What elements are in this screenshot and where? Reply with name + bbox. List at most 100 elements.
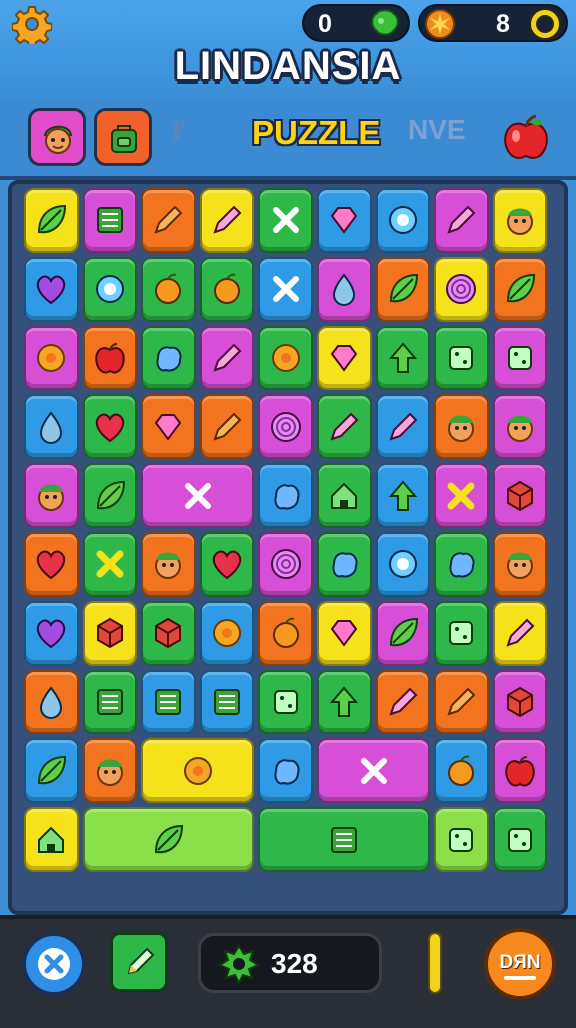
green-splat-icon (217, 944, 261, 986)
tab-mark[interactable]: ⱦ (172, 114, 182, 148)
box-icon (449, 345, 474, 370)
spiral-tile[interactable] (258, 532, 313, 597)
cross-tile[interactable] (258, 256, 313, 322)
pencilo-tile[interactable] (434, 669, 489, 735)
tab-backpack[interactable] (94, 108, 152, 166)
gear-tile[interactable] (258, 325, 313, 391)
cross-tile[interactable] (141, 463, 255, 528)
leaf-tile[interactable] (24, 188, 79, 253)
bars-tile[interactable] (82, 188, 138, 253)
pencil-tile[interactable] (375, 669, 431, 735)
blob-tile[interactable] (258, 463, 313, 528)
blob-tile[interactable] (434, 532, 489, 597)
bars-icon (96, 688, 123, 715)
gem-tile[interactable] (141, 394, 196, 460)
tab-puzzle[interactable]: PUZZLE (252, 114, 380, 152)
cross-tile[interactable] (258, 188, 313, 253)
drop-tile[interactable] (24, 394, 79, 460)
cube-tile[interactable] (141, 600, 196, 666)
gear-icon[interactable] (11, 4, 53, 48)
edit-button[interactable] (110, 932, 168, 992)
gear-tile[interactable] (24, 325, 79, 391)
heart-tile[interactable] (82, 394, 138, 460)
gear-tile[interactable] (141, 738, 255, 804)
arrow-tile[interactable] (317, 669, 372, 735)
face-tile[interactable] (492, 394, 548, 460)
cube-tile[interactable] (82, 600, 138, 666)
apple-tile[interactable] (492, 738, 548, 804)
circle-tile[interactable] (375, 188, 431, 253)
leaf-tile[interactable] (492, 256, 548, 322)
box-tile[interactable] (434, 600, 489, 666)
drop-tile[interactable] (24, 669, 79, 735)
pencil-tile[interactable] (199, 188, 255, 253)
box-tile[interactable] (434, 325, 489, 391)
leaf-tile[interactable] (375, 600, 431, 666)
pencil-tile[interactable] (492, 600, 548, 666)
bars-tile[interactable] (141, 669, 196, 735)
cross-tile[interactable] (317, 738, 431, 804)
tab-nve[interactable]: NVE (408, 114, 466, 146)
crossy-tile[interactable] (434, 463, 489, 528)
apple-tile[interactable] (82, 325, 138, 391)
box-tile[interactable] (258, 669, 313, 735)
heart-tile[interactable] (199, 532, 255, 597)
close-button[interactable] (22, 932, 86, 996)
gear-tile[interactable] (199, 600, 255, 666)
heartp-tile[interactable] (24, 600, 79, 666)
blob-tile[interactable] (141, 325, 196, 391)
green-gem-icon (371, 9, 399, 36)
gem-tile[interactable] (317, 188, 372, 253)
ring-icon[interactable] (528, 7, 562, 41)
face-tile[interactable] (141, 532, 196, 597)
pencilo-tile[interactable] (199, 394, 255, 460)
leaf-tile[interactable] (375, 256, 431, 322)
leaf-tile[interactable] (82, 463, 138, 528)
pencil-tile[interactable] (375, 394, 431, 460)
bars-tile[interactable] (258, 807, 431, 872)
spiral-tile[interactable] (434, 256, 489, 322)
gem-tile[interactable] (317, 600, 372, 666)
box-tile[interactable] (492, 807, 548, 872)
house-tile[interactable] (317, 463, 372, 528)
spiral-tile[interactable] (258, 394, 313, 460)
action-button[interactable]: DЯN (484, 928, 556, 1000)
leaf-tile[interactable] (24, 738, 79, 804)
cube-tile[interactable] (492, 463, 548, 528)
arrow-tile[interactable] (375, 463, 431, 528)
circle-tile[interactable] (82, 256, 138, 322)
crossy-tile[interactable] (82, 532, 138, 597)
yellow-bar (428, 932, 442, 994)
pencilo-tile[interactable] (141, 188, 196, 253)
face-tile[interactable] (82, 738, 138, 804)
face-tile[interactable] (24, 463, 79, 528)
pencil-tile[interactable] (199, 325, 255, 391)
apple-icon[interactable] (500, 112, 552, 164)
bars-tile[interactable] (82, 669, 138, 735)
gem-tile[interactable] (317, 325, 372, 391)
pencilo-icon (154, 205, 183, 234)
fruit-tile[interactable] (199, 256, 255, 322)
blob-tile[interactable] (317, 532, 372, 597)
cube-tile[interactable] (492, 669, 548, 735)
heartp-tile[interactable] (24, 256, 79, 322)
face-tile[interactable] (492, 532, 548, 597)
face-tile[interactable] (434, 394, 489, 460)
pencil-tile[interactable] (317, 394, 372, 460)
bars-tile[interactable] (199, 669, 255, 735)
fruit-tile[interactable] (258, 600, 313, 666)
box-tile[interactable] (492, 325, 548, 391)
box-tile[interactable] (434, 807, 489, 872)
drop-tile[interactable] (317, 256, 372, 322)
fruit-tile[interactable] (141, 256, 196, 322)
tab-elf[interactable] (28, 108, 86, 166)
blob-tile[interactable] (258, 738, 313, 804)
circle-tile[interactable] (375, 532, 431, 597)
face-tile[interactable] (492, 188, 548, 253)
fruit-tile[interactable] (434, 738, 489, 804)
house-tile[interactable] (24, 807, 79, 872)
heart-tile[interactable] (24, 532, 79, 597)
arrow-tile[interactable] (375, 325, 431, 391)
pencil-tile[interactable] (434, 188, 489, 253)
leaf-tile[interactable] (82, 807, 255, 872)
